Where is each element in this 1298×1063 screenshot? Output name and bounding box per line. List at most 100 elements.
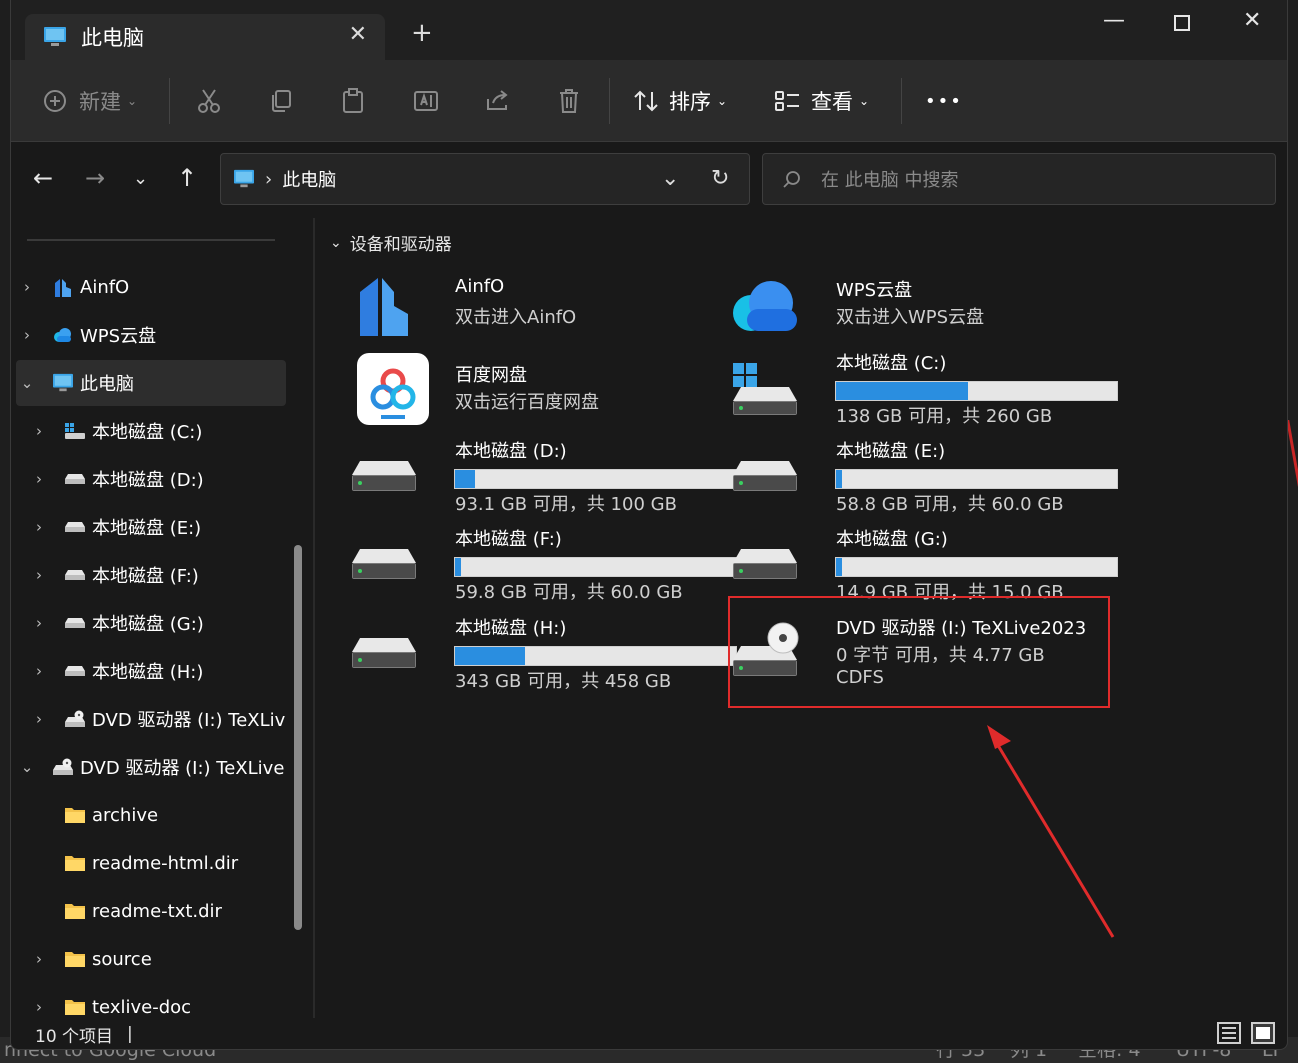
tab-this-pc[interactable]: 此电脑 ✕ — [25, 14, 385, 60]
sidebar-item-readme-txt[interactable]: readme-txt.dir — [16, 888, 286, 934]
sidebar-item-drive-f[interactable]: › 本地磁盘 (F:) — [16, 552, 286, 598]
storage-bar — [454, 646, 737, 666]
up-arrow-icon[interactable]: ↑ — [177, 164, 197, 192]
chevron-right-icon[interactable]: › — [28, 998, 50, 1016]
tile-wps-cloud[interactable]: WPS云盘 双击进入WPS云盘 — [727, 268, 1099, 352]
sidebar-item-drive-h[interactable]: › 本地磁盘 (H:) — [16, 648, 286, 694]
sidebar-item-drive-c[interactable]: › 本地磁盘 (C:) — [16, 408, 286, 454]
chevron-right-icon[interactable]: › — [16, 326, 38, 344]
sidebar-item-wps-cloud[interactable]: › WPS云盘 — [16, 312, 286, 358]
address-dropdown-chevron-icon[interactable]: ⌄ — [661, 166, 679, 191]
sidebar-scrollbar[interactable] — [294, 545, 302, 930]
cloud-icon — [52, 325, 74, 345]
search-input[interactable]: 在 此电脑 中搜索 — [762, 153, 1276, 205]
chevron-right-icon[interactable]: › — [28, 662, 50, 680]
trash-icon — [557, 88, 581, 114]
address-bar[interactable]: › 此电脑 ⌄ ↻ — [220, 153, 750, 205]
tile-subtitle: 58.8 GB 可用，共 60.0 GB — [836, 494, 1064, 515]
pane-divider[interactable] — [313, 218, 315, 1018]
tile-subtitle: 双击进入AinfO — [455, 307, 577, 328]
tile-name: 本地磁盘 (C:) — [836, 353, 947, 374]
monitor-icon — [43, 26, 67, 48]
sidebar-item-readme-html[interactable]: readme-html.dir — [16, 840, 286, 886]
sidebar-item-this-pc[interactable]: ⌄ 此电脑 — [16, 360, 286, 406]
sort-arrows-icon — [633, 89, 659, 113]
sidebar-item-drive-d[interactable]: › 本地磁盘 (D:) — [16, 456, 286, 502]
tiles-view-icon[interactable] — [1251, 1022, 1275, 1044]
title-bar: 此电脑 ✕ + — ✕ — [11, 0, 1287, 60]
storage-bar-fill — [836, 382, 969, 400]
chevron-right-icon[interactable]: › — [28, 470, 50, 488]
recent-locations-chevron-icon[interactable]: ⌄ — [133, 168, 148, 189]
rename-button[interactable] — [413, 60, 439, 142]
more-options-button[interactable]: ••• — [925, 60, 963, 142]
chevron-down-icon[interactable]: ⌄ — [16, 374, 38, 392]
cut-button[interactable] — [197, 60, 221, 142]
plus-circle-icon — [43, 89, 67, 113]
tile-name: 本地磁盘 (H:) — [455, 618, 567, 639]
section-header[interactable]: ⌄ 设备和驱动器 — [330, 230, 452, 256]
toolbar-divider — [169, 78, 170, 124]
chevron-right-icon[interactable]: › — [28, 710, 50, 728]
window-close-button[interactable]: ✕ — [1243, 8, 1261, 33]
drive-icon — [346, 616, 422, 692]
storage-bar — [454, 557, 737, 577]
sidebar-item-archive[interactable]: archive — [16, 792, 286, 838]
copy-icon — [269, 89, 293, 113]
storage-bar-fill — [836, 470, 842, 488]
maximize-button[interactable] — [1173, 8, 1191, 32]
new-tab-button[interactable]: + — [411, 18, 433, 48]
tile-drive-e[interactable]: 本地磁盘 (E:) 58.8 GB 可用，共 60.0 GB — [727, 439, 1118, 523]
monitor-icon — [52, 373, 74, 393]
close-icon[interactable]: ✕ — [349, 22, 367, 47]
chevron-right-icon[interactable]: › — [28, 950, 50, 968]
sidebar-item-source[interactable]: › source — [16, 936, 286, 982]
chevron-right-icon[interactable]: › — [28, 566, 50, 584]
minimize-button[interactable]: — — [1103, 8, 1125, 33]
tile-drive-d[interactable]: 本地磁盘 (D:) 93.1 GB 可用，共 100 GB — [346, 439, 737, 523]
monitor-icon — [233, 169, 255, 189]
folder-icon — [64, 805, 86, 825]
view-button[interactable]: 查看 ⌄ — [775, 60, 869, 142]
tile-baidu-netdisk[interactable]: 百度网盘 双击运行百度网盘 — [346, 351, 718, 435]
chevron-right-icon[interactable]: › — [28, 614, 50, 632]
drive-icon — [64, 565, 86, 585]
details-view-icon[interactable] — [1217, 1022, 1241, 1044]
tile-drive-h[interactable]: 本地磁盘 (H:) 343 GB 可用，共 458 GB — [346, 616, 737, 700]
back-arrow-icon[interactable]: ← — [33, 164, 53, 192]
toolbar-divider — [609, 78, 610, 124]
chevron-right-icon[interactable]: › — [28, 518, 50, 536]
tile-drive-f[interactable]: 本地磁盘 (F:) 59.8 GB 可用，共 60.0 GB — [346, 527, 737, 611]
chevron-right-icon[interactable]: › — [28, 422, 50, 440]
folder-icon — [64, 949, 86, 969]
share-button[interactable] — [485, 60, 511, 142]
chevron-down-icon[interactable]: ⌄ — [16, 758, 38, 776]
new-button[interactable]: 新建 ⌄ — [43, 60, 137, 142]
sort-button[interactable]: 排序 ⌄ — [633, 60, 727, 142]
forward-arrow-icon[interactable]: → — [85, 164, 105, 192]
storage-bar — [835, 557, 1118, 577]
copy-button[interactable] — [269, 60, 293, 142]
view-label: 查看 — [811, 90, 853, 114]
tile-name: AinfO — [455, 276, 505, 297]
sidebar-item-ainfo[interactable]: › AinfO — [16, 264, 286, 310]
sidebar-item-drive-g[interactable]: › 本地磁盘 (G:) — [16, 600, 286, 646]
tile-drive-c[interactable]: 本地磁盘 (C:) 138 GB 可用，共 260 GB — [727, 351, 1118, 435]
refresh-icon[interactable]: ↻ — [711, 166, 729, 191]
sidebar-item-dvd-drive[interactable]: › DVD 驱动器 (I:) TeXLiv — [16, 696, 286, 742]
chevron-right-icon[interactable]: › — [16, 278, 38, 296]
breadcrumb-item[interactable]: 此电脑 — [282, 166, 336, 192]
sidebar-item-label: readme-txt.dir — [92, 900, 222, 922]
dvd-drive-icon — [64, 709, 86, 729]
delete-button[interactable] — [557, 60, 581, 142]
system-drive-icon — [64, 421, 86, 441]
paste-button[interactable] — [341, 60, 365, 142]
tile-name: 本地磁盘 (G:) — [836, 529, 948, 550]
sidebar-item-drive-e[interactable]: › 本地磁盘 (E:) — [16, 504, 286, 550]
chevron-down-icon: ⌄ — [127, 94, 138, 108]
sidebar-item-dvd-drive-expanded[interactable]: ⌄ DVD 驱动器 (I:) TeXLive — [16, 744, 286, 790]
storage-bar — [454, 469, 737, 489]
separator: | — [127, 1024, 133, 1044]
tile-ainfo[interactable]: AinfO 双击进入AinfO — [346, 268, 718, 352]
drive-icon — [64, 517, 86, 537]
